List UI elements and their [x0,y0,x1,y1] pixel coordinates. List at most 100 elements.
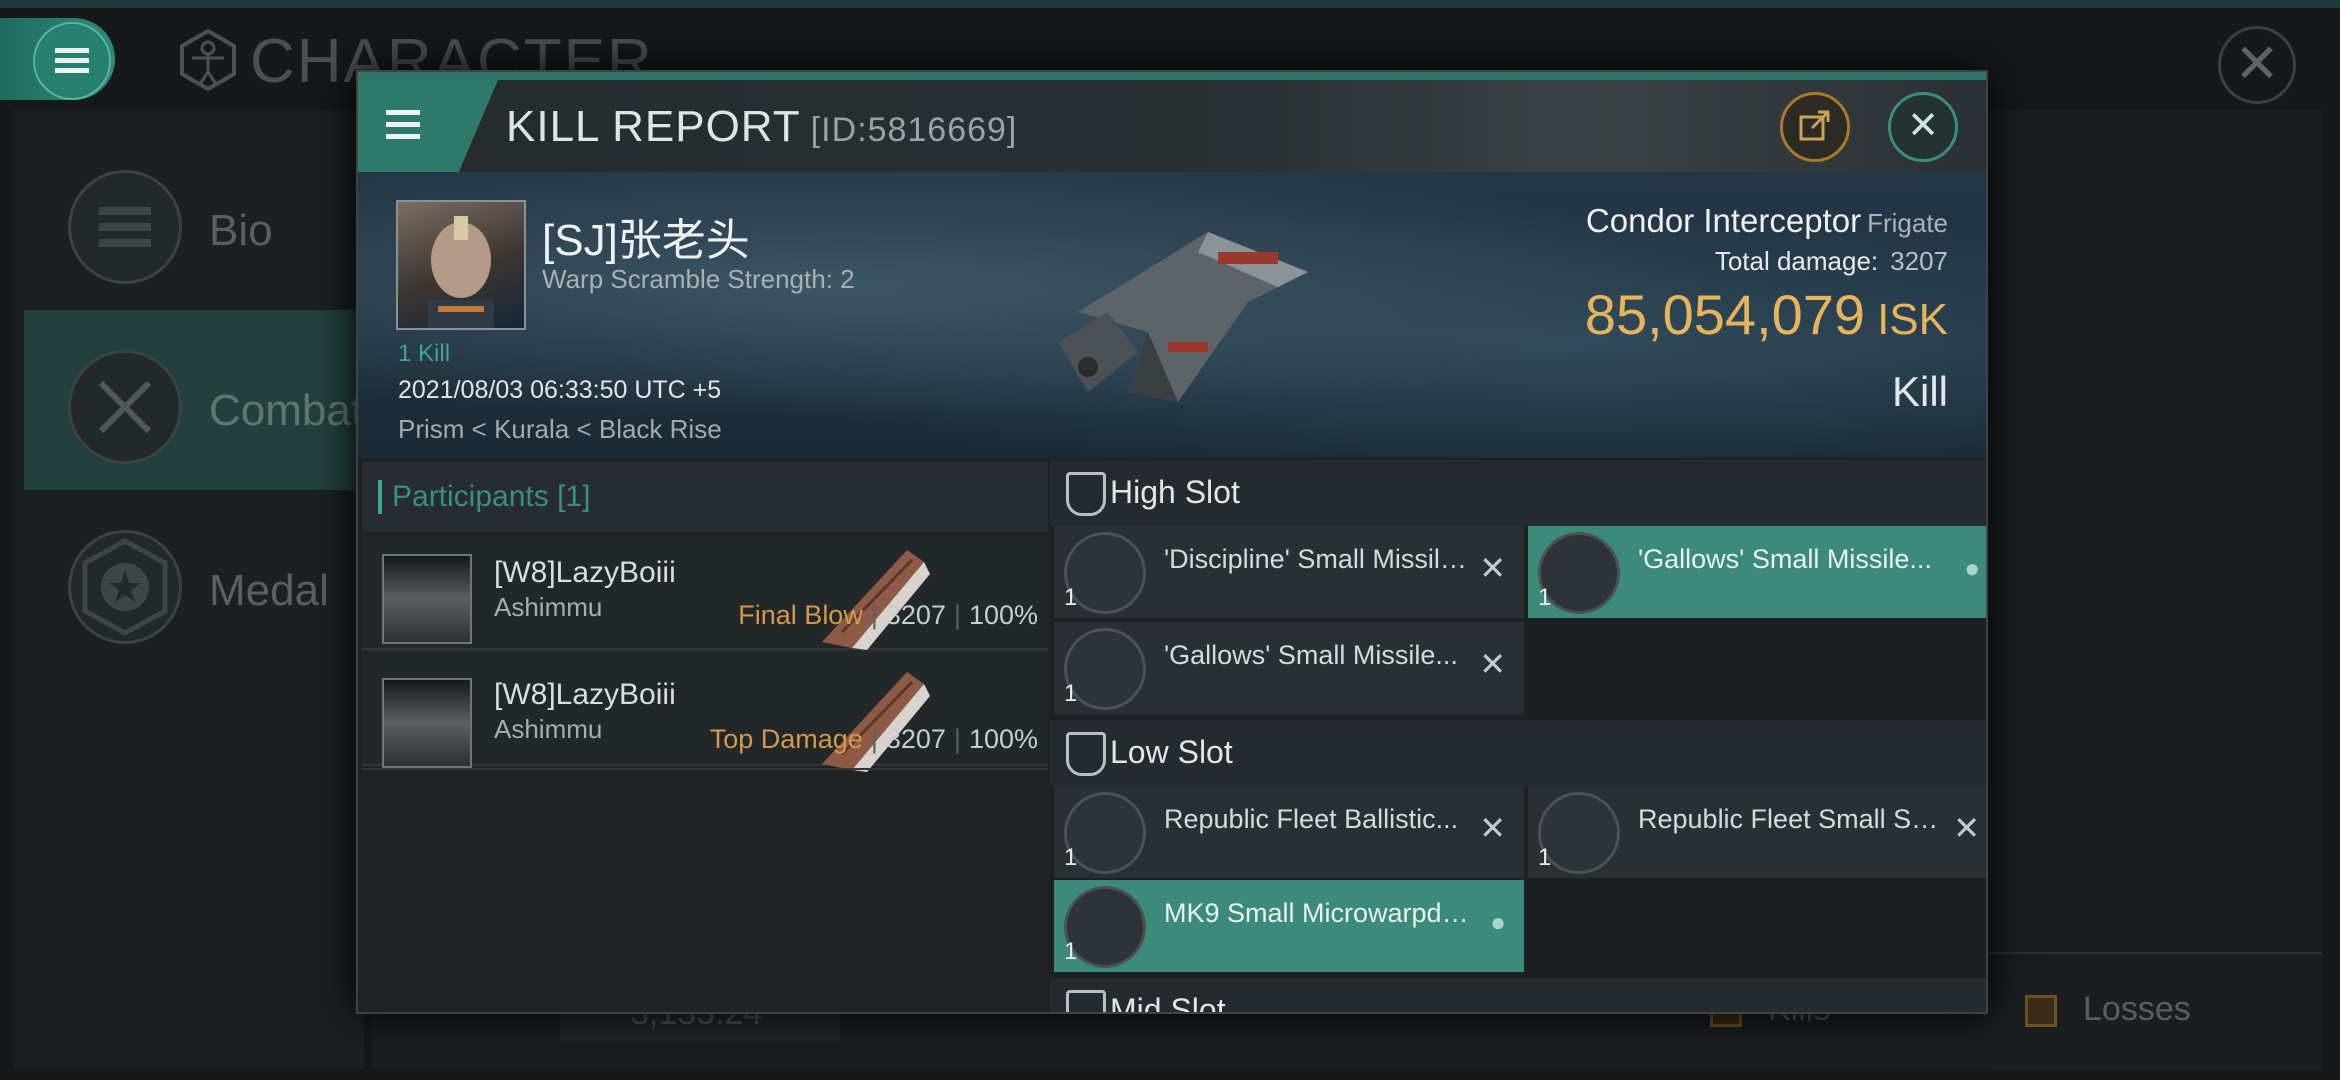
module-item[interactable]: 1 'Gallows' Small Missile... ✕ [1054,622,1524,714]
total-damage-value: 3207 [1890,246,1948,276]
sidebar-item-combat[interactable]: Combat [24,310,364,490]
participants-count: [1] [557,480,591,513]
kill-count: 1 Kill [398,340,451,367]
destroyed-icon: ✕ [1953,810,1980,846]
module-name: MK9 Small Microwarpdrive [1164,898,1474,928]
sidebar-item-label: Bio [209,206,273,255]
main-menu-button[interactable] [0,18,115,100]
kill-location: Prism < Kurala < Black Rise [398,414,722,444]
menu-icon [386,110,420,139]
dropped-person-icon: ● [1964,553,1980,583]
participant-percent: 100% [968,724,1038,754]
kill-id: [ID:5816669] [810,111,1018,149]
close-button[interactable]: ✕ [1888,92,1958,162]
module-item[interactable]: 1 'Discipline' Small Missile... ✕ [1054,526,1524,618]
module-name: Republic Fleet Ballistic... [1164,804,1459,834]
participant-damage: 3207 [885,600,946,630]
victim-summary: [SJ]张老头 Warp Scramble Strength: 2 1 Kill… [358,172,1986,458]
warp-scramble-strength: Warp Scramble Strength: 2 [542,264,855,294]
low-slot-icon [1066,732,1106,776]
module-name: 'Discipline' Small Missile... [1164,544,1474,574]
participant-name: [W8]LazyBoiii [494,678,676,711]
star-badge-icon [68,530,182,644]
module-quantity: 1 [1064,844,1078,871]
module-name: 'Gallows' Small Missile... [1164,640,1458,670]
high-slot-header: High Slot [1050,460,1986,526]
slot-title: Mid Slot [1110,992,1226,1014]
module-name: 'Gallows' Small Missile... [1638,544,1932,574]
sidebar-item-medal[interactable]: Medal [24,490,364,670]
destroyed-icon: ✕ [1479,646,1506,682]
close-icon[interactable]: ✕ [2218,26,2296,104]
sidebar-item-label: Medal [209,566,329,615]
isk-amount: 85,054,079 [1584,283,1866,346]
participants-label: Participants [392,480,549,513]
module-quantity: 1 [1538,844,1552,871]
legend-swatch [2025,995,2057,1028]
kill-report-dialog: KILL REPORT [ID:5816669] ✕ [SJ]张老头 Warp S… [356,70,1988,1014]
dialog-title-text: KILL REPORT [506,102,801,151]
dropped-person-icon: ● [1490,907,1506,937]
victim-name[interactable]: [SJ]张老头 [542,204,750,268]
kill-result: Kill [1891,368,1948,415]
slot-title: Low Slot [1110,734,1233,770]
mid-slot-icon [1066,990,1106,1012]
menu-icon [33,22,111,100]
victim-ship[interactable]: Condor Interceptor Frigate [1586,202,1948,240]
destroyed-icon: ✕ [1479,810,1506,846]
dialog-title: KILL REPORT [ID:5816669] [506,102,1017,152]
isk-value: 85,054,079 ISK [1585,282,1948,347]
module-quantity: 1 [1064,938,1078,965]
destroyed-icon: ✕ [1479,550,1506,586]
total-damage: Total damage: 3207 [1715,246,1948,277]
module-quantity: 1 [1538,584,1552,611]
sidebar-item-label: Combat [209,386,364,435]
participant-row[interactable]: [W8]LazyBoiii Ashimmu [362,536,1048,650]
ship-name: Condor Interceptor [1585,202,1862,239]
participants-title: Participants [1] [392,480,590,514]
dialog-accent-bar [358,72,1986,80]
sidebar: Bio Combat Medal [14,110,364,1070]
high-slot-icon [1066,472,1106,516]
participant-ship-image [822,672,930,772]
participant-name: [W8]LazyBoiii [494,556,676,589]
divider [362,768,1048,770]
module-quantity: 1 [1064,680,1078,707]
sidebar-item-bio[interactable]: Bio [24,130,364,310]
participant-tag: Final Blow [738,600,863,630]
participant-avatar [382,678,472,768]
crossed-swords-icon [68,350,182,464]
participant-ship: Ashimmu [494,714,603,744]
module-item[interactable]: 1 'Gallows' Small Missile... ● [1528,526,1986,618]
ship-image [1018,192,1358,452]
total-damage-label: Total damage: [1714,246,1879,276]
external-link-icon [1799,110,1830,141]
participant-percent: 100% [968,600,1038,630]
participant-stats: Top Damage | 3207 | 100% [709,724,1038,754]
character-icon [176,28,240,92]
participants-panel: Participants [1] [W8]LazyBoiii Ashimmu F… [362,462,1048,1010]
participant-tag: Top Damage [709,724,863,754]
list-icon [68,170,182,284]
mid-slot-header: Mid Slot [1050,978,1986,1014]
module-item[interactable]: 1 MK9 Small Microwarpdrive ● [1054,880,1524,972]
participant-avatar [382,554,472,644]
participant-ship-image [822,550,930,650]
participant-ship: Ashimmu [494,592,603,622]
isk-unit: ISK [1877,295,1948,344]
legend-losses: Losses [2025,990,2191,1029]
slot-title: High Slot [1110,474,1240,510]
module-quantity: 1 [1064,584,1078,611]
share-button[interactable] [1780,92,1850,162]
ship-class: Frigate [1867,208,1948,238]
low-slot-header: Low Slot [1050,720,1986,786]
module-name: Republic Fleet Small Shield... [1638,804,1948,834]
fitting-panel: High Slot 1 'Discipline' Small Missile..… [1050,460,1986,1012]
header-accent [378,480,382,514]
module-item[interactable]: 1 Republic Fleet Ballistic... ✕ [1054,786,1524,878]
victim-avatar[interactable] [396,200,526,330]
close-icon: ✕ [1907,105,1939,147]
kill-datetime: 2021/08/03 06:33:50 UTC +5 [398,376,722,404]
top-strip [0,0,2340,8]
module-item[interactable]: 1 Republic Fleet Small Shield... ✕ [1528,786,1986,878]
